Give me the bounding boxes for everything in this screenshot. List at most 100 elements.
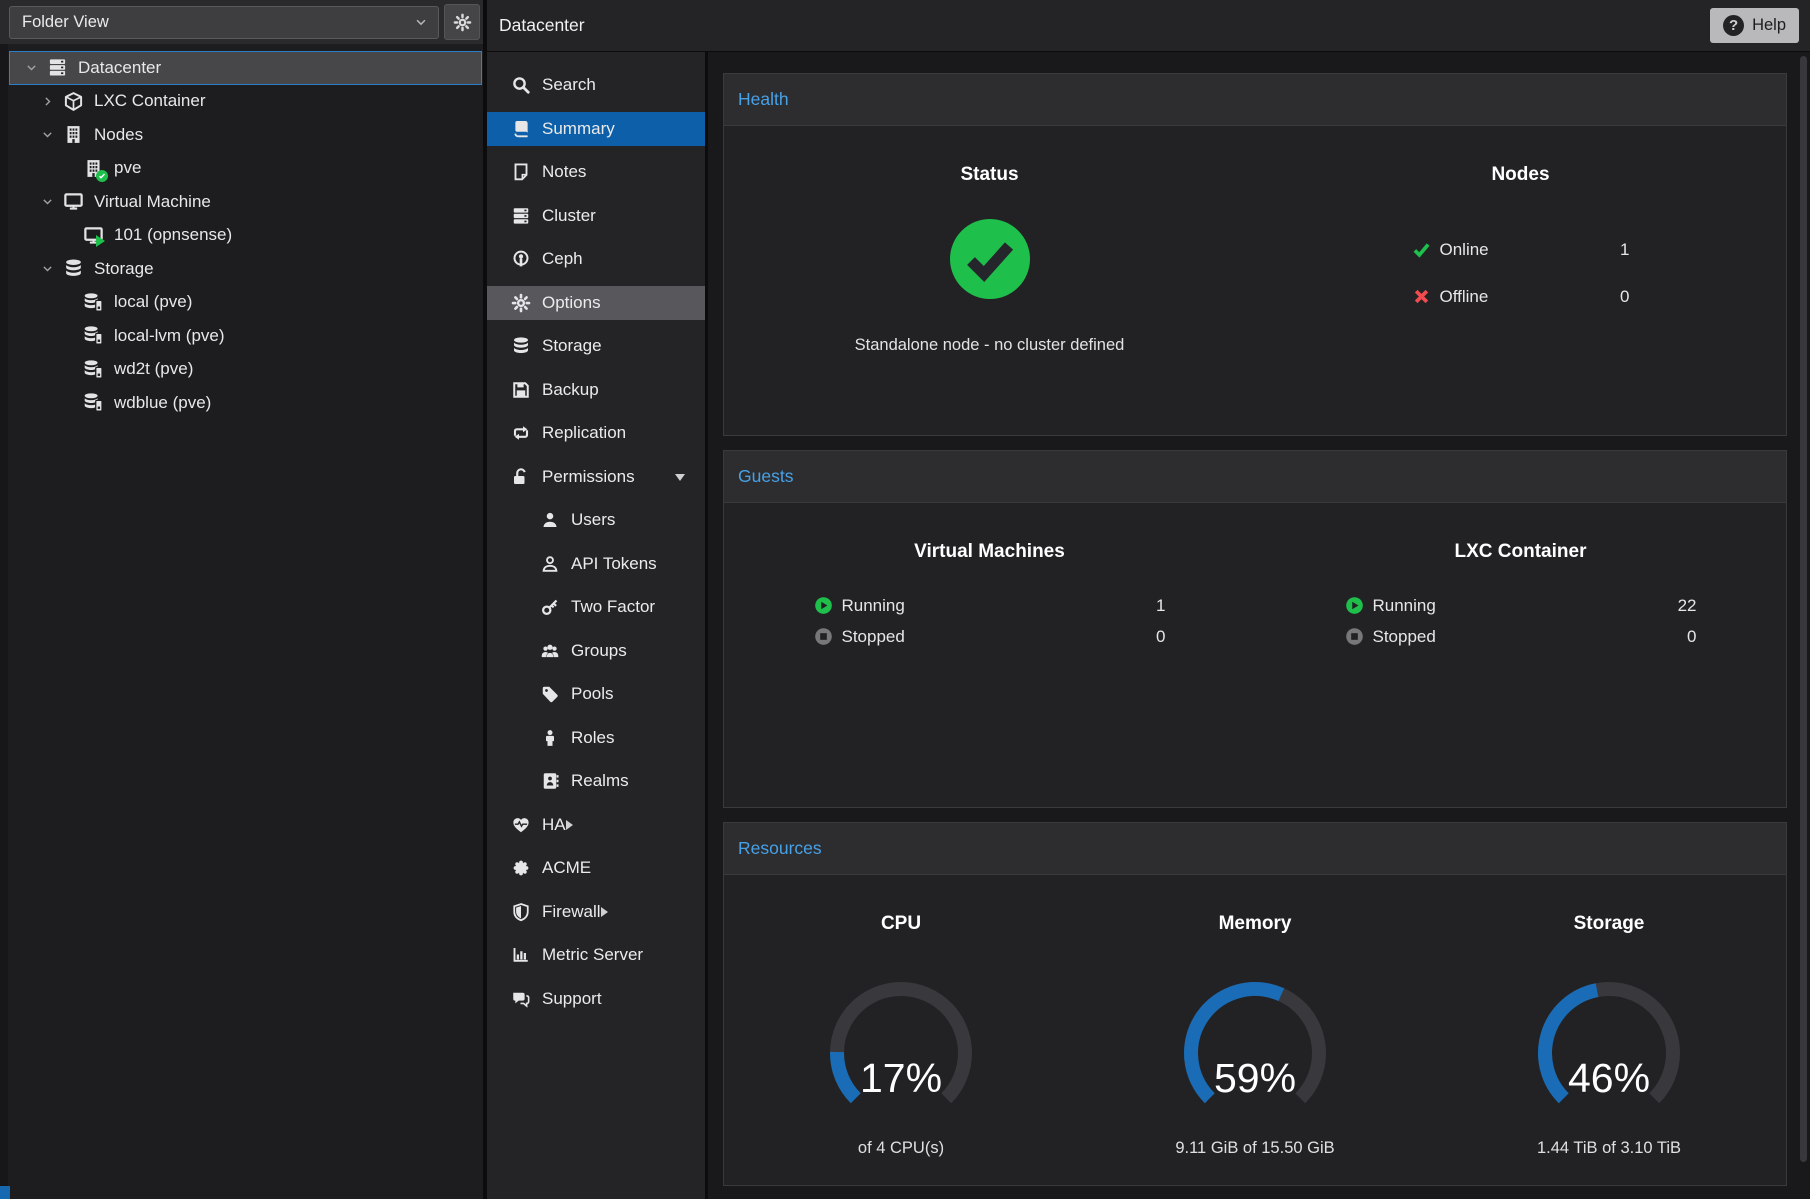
bar-chart-icon <box>511 945 531 965</box>
tree-item-storage-wdblue[interactable]: wdblue (pve) <box>9 386 482 420</box>
scrollbar-thumb[interactable] <box>1800 56 1807 1162</box>
nav-item-label: Permissions <box>542 467 635 487</box>
nav-item-label: Summary <box>542 119 615 139</box>
nav-item-label: ACME <box>542 858 591 878</box>
memory-heading: Memory <box>1219 913 1292 935</box>
view-mode-select[interactable]: Folder View <box>9 6 439 39</box>
tree-settings-button[interactable] <box>444 4 480 40</box>
tree-item-storage[interactable]: Storage <box>9 252 482 286</box>
expander-icon[interactable] <box>37 128 57 141</box>
storage-drive-icon <box>83 359 104 380</box>
nav-item-label: Firewall <box>542 902 601 922</box>
cross-icon <box>1412 287 1431 306</box>
check-badge-icon <box>96 170 108 182</box>
nav-item-users[interactable]: Users <box>487 503 705 537</box>
database-icon <box>63 258 84 279</box>
stop-circle-icon <box>1345 627 1364 646</box>
lxc-stopped-row: Stopped 0 <box>1345 621 1697 652</box>
nav-item-label: Realms <box>571 771 629 791</box>
nav-item-ha[interactable]: HA <box>487 808 705 842</box>
nav-item-label: Support <box>542 989 602 1009</box>
guest-state-label: Stopped <box>1373 627 1436 647</box>
tree-item-vm-101[interactable]: 101 (opnsense) <box>9 219 482 253</box>
tree-item-label: Datacenter <box>78 58 161 78</box>
nav-item-label: Metric Server <box>542 945 643 965</box>
expander-icon[interactable] <box>37 195 57 208</box>
question-icon: ? <box>1723 15 1744 36</box>
nav-item-firewall[interactable]: Firewall <box>487 895 705 929</box>
nav-item-two-factor[interactable]: Two Factor <box>487 590 705 624</box>
cpu-gauge-column: CPU 17% of 4 CPU(s) <box>724 875 1078 1185</box>
vm-running-icon <box>83 225 104 246</box>
sync-arrows-icon <box>511 423 531 443</box>
nav-item-groups[interactable]: Groups <box>487 634 705 668</box>
nav-item-acme[interactable]: ACME <box>487 851 705 885</box>
nav-item-label: HA <box>542 815 566 835</box>
memory-gauge: 59% <box>1165 971 1345 1106</box>
nav-item-realms[interactable]: Realms <box>487 764 705 798</box>
nav-item-permissions[interactable]: Permissions <box>487 460 705 494</box>
nav-item-ceph[interactable]: Ceph <box>487 242 705 276</box>
nodes-online-row: Online 1 <box>1412 226 1630 273</box>
chevron-right-icon <box>566 820 685 830</box>
vm-heading: Virtual Machines <box>914 541 1065 563</box>
tree-item-storage-wd2t[interactable]: wd2t (pve) <box>9 353 482 387</box>
nav-item-storage[interactable]: Storage <box>487 329 705 363</box>
nav-item-label: Roles <box>571 728 614 748</box>
nav-item-metric-server[interactable]: Metric Server <box>487 938 705 972</box>
note-icon <box>511 162 531 182</box>
storage-drive-icon <box>83 292 104 313</box>
datacenter-toolbar: Datacenter ? Help <box>487 0 1810 52</box>
person-icon <box>540 728 560 748</box>
server-stack-icon <box>511 206 531 226</box>
help-button[interactable]: ? Help <box>1710 8 1799 43</box>
tree-item-storage-local-lvm[interactable]: local-lvm (pve) <box>9 319 482 353</box>
cpu-gauge: 17% <box>811 971 991 1106</box>
expander-icon[interactable] <box>37 95 57 108</box>
svg-text:46%: 46% <box>1568 1055 1650 1101</box>
address-book-icon <box>540 771 560 791</box>
tree-item-lxc-container[interactable]: LXC Container <box>9 85 482 119</box>
expander-icon[interactable] <box>21 61 41 74</box>
content-scrollbar[interactable] <box>1798 55 1808 1195</box>
nav-item-replication[interactable]: Replication <box>487 416 705 450</box>
guest-state-value: 22 <box>1678 596 1697 616</box>
vm-stopped-row: Stopped 0 <box>814 621 1166 652</box>
nav-item-notes[interactable]: Notes <box>487 155 705 189</box>
nav-item-roles[interactable]: Roles <box>487 721 705 755</box>
page-title: Datacenter <box>499 15 585 36</box>
tree-item-label: LXC Container <box>94 91 206 111</box>
tree-item-pve[interactable]: pve <box>9 152 482 186</box>
cpu-caption: of 4 CPU(s) <box>858 1139 944 1158</box>
nav-item-search[interactable]: Search <box>487 68 705 102</box>
tree-item-datacenter[interactable]: Datacenter <box>9 51 482 85</box>
resources-panel-title: Resources <box>724 823 1786 875</box>
storage-drive-icon <box>83 325 104 346</box>
expander-icon[interactable] <box>37 262 57 275</box>
tree-item-label: wd2t (pve) <box>114 359 193 379</box>
seal-icon <box>511 858 531 878</box>
nav-item-api-tokens[interactable]: API Tokens <box>487 547 705 581</box>
nav-item-label: Notes <box>542 162 586 182</box>
chat-bubbles-icon <box>511 989 531 1009</box>
node-state-label: Offline <box>1440 287 1489 307</box>
tree-item-virtual-machine[interactable]: Virtual Machine <box>9 185 482 219</box>
nav-item-backup[interactable]: Backup <box>487 373 705 407</box>
nav-item-support[interactable]: Support <box>487 982 705 1016</box>
node-state-value: 0 <box>1620 287 1629 307</box>
user-icon <box>540 510 560 530</box>
tree-toolbar: Folder View <box>0 0 483 44</box>
proxmox-app: Folder View Datacenter LXC Container <box>0 0 1810 1199</box>
nav-item-label: Replication <box>542 423 626 443</box>
nav-item-options[interactable]: Options <box>487 286 705 320</box>
nav-item-cluster[interactable]: Cluster <box>487 199 705 233</box>
user-outline-icon <box>540 554 560 574</box>
gear-icon <box>453 13 472 32</box>
nav-item-pools[interactable]: Pools <box>487 677 705 711</box>
memory-caption: 9.11 GiB of 15.50 GiB <box>1175 1139 1334 1158</box>
tree-item-storage-local[interactable]: local (pve) <box>9 286 482 320</box>
nav-item-summary[interactable]: Summary <box>487 112 705 146</box>
unlock-icon <box>511 467 531 487</box>
tree-item-nodes[interactable]: Nodes <box>9 118 482 152</box>
nav-item-label: Groups <box>571 641 627 661</box>
